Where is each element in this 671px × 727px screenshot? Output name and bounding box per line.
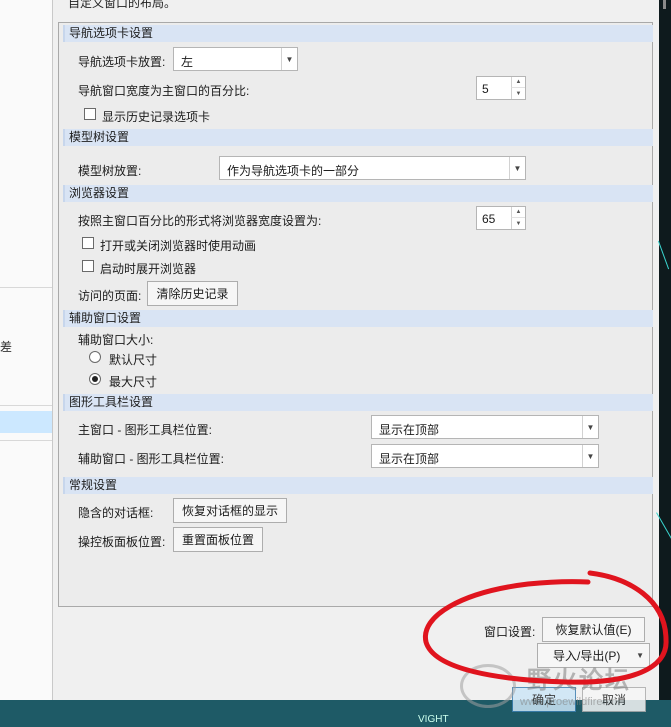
nav-placement-dropdown[interactable]: 左 ▼ bbox=[173, 47, 298, 71]
history-tab-checkbox[interactable] bbox=[84, 108, 96, 120]
tree-placement-label: 模型树放置: bbox=[78, 164, 142, 178]
forum-watermark: 野火论坛 www.proewildfire.cn bbox=[460, 660, 660, 720]
chevron-down-icon: ▼ bbox=[281, 48, 297, 70]
browser-width-label: 按照主窗口百分比的形式将浏览器宽度设置为: bbox=[78, 214, 322, 228]
nav-placement-label: 导航选项卡放置: bbox=[78, 55, 166, 69]
spin-down-icon[interactable]: ▼ bbox=[511, 218, 525, 229]
reset-panel-button[interactable]: 重置面板位置 bbox=[173, 527, 263, 552]
history-tab-label: 显示历史记录选项卡 bbox=[102, 110, 211, 124]
browser-expand-label: 启动时展开浏览器 bbox=[100, 262, 197, 276]
aux-toolbar-position-dropdown[interactable]: 显示在顶部 ▼ bbox=[371, 444, 599, 468]
max-size-radio[interactable] bbox=[89, 373, 101, 385]
panel-position-label: 操控板面板位置: bbox=[78, 535, 166, 549]
browser-width-spinner[interactable]: 65 ▲ ▼ bbox=[476, 206, 526, 230]
chevron-down-icon: ▼ bbox=[582, 416, 598, 438]
watermark-url: www.proewildfire.cn bbox=[520, 696, 618, 708]
watermark-logo-icon bbox=[460, 664, 516, 708]
sidebar-divider bbox=[0, 405, 52, 406]
section-header-model-tree: 模型树设置 bbox=[63, 129, 653, 146]
browser-animation-checkbox[interactable] bbox=[82, 237, 94, 249]
spin-up-icon[interactable]: ▲ bbox=[511, 207, 525, 218]
spin-up-icon[interactable]: ▲ bbox=[511, 77, 525, 88]
default-size-radio[interactable] bbox=[89, 351, 101, 363]
sidebar-item-selected[interactable] bbox=[0, 411, 52, 433]
nav-width-spinner[interactable]: 5 ▲ ▼ bbox=[476, 76, 526, 100]
spin-down-icon[interactable]: ▼ bbox=[511, 88, 525, 99]
default-size-label: 默认尺寸 bbox=[109, 353, 158, 367]
tree-placement-dropdown[interactable]: 作为导航选项卡的一部分 ▼ bbox=[219, 156, 526, 180]
hidden-dialogs-label: 隐含的对话框: bbox=[78, 506, 154, 520]
restore-defaults-button[interactable]: 恢复默认值(E) bbox=[542, 617, 645, 642]
browser-animation-label: 打开或关闭浏览器时使用动画 bbox=[100, 239, 257, 253]
sidebar-truncated-text: 差 bbox=[0, 340, 13, 354]
background-model-view bbox=[656, 0, 671, 700]
chevron-down-icon: ▼ bbox=[582, 445, 598, 467]
sidebar-divider bbox=[0, 440, 52, 441]
nav-width-value: 5 bbox=[482, 82, 489, 96]
left-sidebar: 差 bbox=[0, 0, 53, 700]
clear-history-button[interactable]: 清除历史记录 bbox=[147, 281, 238, 306]
section-header-aux-window: 辅助窗口设置 bbox=[63, 310, 653, 327]
aux-toolbar-position-value: 显示在顶部 bbox=[379, 452, 440, 466]
window-settings-label: 窗口设置: bbox=[484, 625, 536, 639]
sidebar-divider bbox=[0, 287, 52, 288]
max-size-label: 最大尺寸 bbox=[109, 375, 158, 389]
status-text: VIGHT bbox=[418, 714, 449, 725]
visited-pages-label: 访问的页面: bbox=[78, 289, 142, 303]
section-header-general: 常规设置 bbox=[63, 477, 653, 494]
browser-width-value: 65 bbox=[482, 212, 496, 226]
main-toolbar-position-value: 显示在顶部 bbox=[379, 423, 440, 437]
section-header-browser: 浏览器设置 bbox=[63, 185, 653, 202]
aux-toolbar-label: 辅助窗口 - 图形工具栏位置: bbox=[78, 452, 224, 466]
section-header-navigation: 导航选项卡设置 bbox=[63, 25, 653, 42]
chevron-down-icon: ▼ bbox=[636, 651, 644, 660]
watermark-text: 野火论坛 bbox=[527, 667, 631, 694]
restore-dialogs-button[interactable]: 恢复对话框的显示 bbox=[173, 498, 287, 523]
section-header-graphics-toolbar: 图形工具栏设置 bbox=[63, 394, 653, 411]
dialog-description: 自定义窗口的布局。 bbox=[68, 0, 177, 10]
aux-size-label: 辅助窗口大小: bbox=[78, 333, 154, 347]
chevron-down-icon: ▼ bbox=[509, 157, 525, 179]
browser-expand-checkbox[interactable] bbox=[82, 260, 94, 272]
nav-placement-value: 左 bbox=[181, 55, 194, 69]
main-toolbar-label: 主窗口 - 图形工具栏位置: bbox=[78, 423, 212, 437]
nav-width-label: 导航窗口宽度为主窗口的百分比: bbox=[78, 84, 250, 98]
tree-placement-value: 作为导航选项卡的一部分 bbox=[227, 164, 360, 178]
main-toolbar-position-dropdown[interactable]: 显示在顶部 ▼ bbox=[371, 415, 599, 439]
